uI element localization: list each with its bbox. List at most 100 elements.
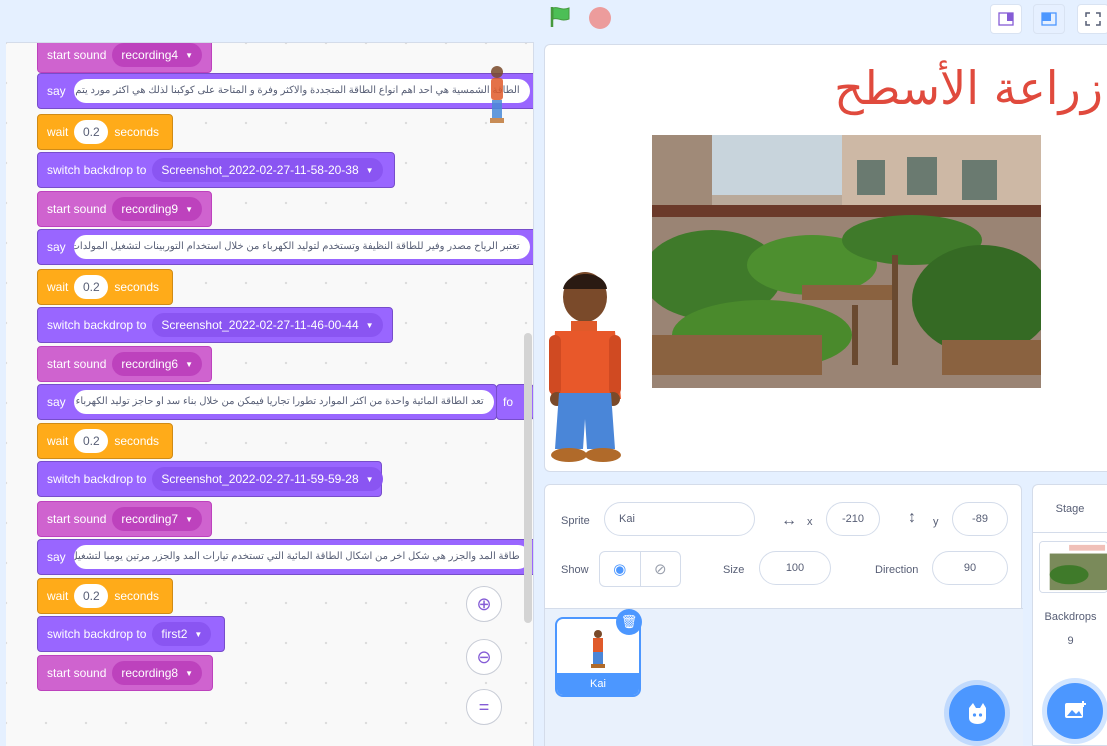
dropdown-arrow-icon: ▼: [365, 165, 374, 175]
normal-stage-icon: [1041, 12, 1057, 26]
backdrop-dropdown[interactable]: Screenshot_2022-02-27-11-58-20-38 ▼: [152, 158, 383, 182]
normal-stage-button[interactable]: [1033, 4, 1065, 34]
rooftop-garden-image: [652, 135, 1041, 388]
x-input[interactable]: -210: [826, 502, 880, 536]
start-sound-block[interactable]: start sound recording8 ▼: [37, 655, 213, 691]
sound-name: recording9: [121, 202, 179, 216]
kai-sprite[interactable]: [545, 269, 635, 465]
fullscreen-icon: [1085, 12, 1101, 26]
wait-seconds-input[interactable]: 0.2: [74, 275, 109, 299]
wait-block[interactable]: wait 0.2 seconds: [37, 114, 173, 150]
sound-dropdown[interactable]: recording9 ▼: [112, 197, 202, 221]
dropdown-arrow-icon: ▼: [185, 50, 193, 60]
zoom-in-button[interactable]: ⊕: [466, 586, 502, 622]
switch-backdrop-block[interactable]: switch backdrop to Screenshot_2022-02-27…: [37, 152, 395, 188]
say-text-input[interactable]: الطاقة الشمسية هي احد اهم انواع الطاقة ا…: [73, 79, 530, 103]
stop-icon[interactable]: [589, 7, 611, 29]
say-block[interactable]: say طاقة المد والجزر هي شكل اخر من اشكال…: [37, 539, 533, 575]
x-arrows-icon: ↔: [781, 512, 797, 529]
zoom-out-button[interactable]: ⊖: [466, 639, 502, 675]
say-block[interactable]: say تعد الطاقة المائية واحدة من اكثر الم…: [37, 384, 497, 420]
eye-icon[interactable]: ◉: [600, 552, 640, 586]
block-label: start sound: [47, 512, 107, 526]
wait-block[interactable]: wait 0.2 seconds: [37, 423, 173, 459]
sound-dropdown[interactable]: recording6 ▼: [112, 352, 202, 376]
stage-title: زراعة الأسطح: [834, 61, 1103, 115]
backdrop-name: Screenshot_2022-02-27-11-59-59-28: [161, 472, 359, 486]
backdrop-dropdown[interactable]: Screenshot_2022-02-27-11-59-59-28 ▼: [152, 467, 383, 491]
sprite-tile-label: Kai: [557, 673, 639, 695]
block-label: switch backdrop to: [47, 627, 147, 641]
zoom-reset-button[interactable]: =: [466, 689, 502, 725]
dropdown-arrow-icon: ▼: [185, 514, 193, 524]
dropdown-arrow-icon: ▼: [365, 474, 374, 484]
block-label: say: [47, 240, 66, 254]
block-label: seconds: [114, 125, 160, 139]
trash-icon: 🗑: [620, 614, 638, 629]
sound-name: recording6: [121, 357, 179, 371]
choose-sprite-button[interactable]: [949, 685, 1005, 741]
stage-panel-title: Stage: [1033, 485, 1107, 533]
eye-slash-icon[interactable]: ⊘: [639, 552, 681, 586]
top-bar: [0, 0, 1107, 42]
say-text-input[interactable]: تعد الطاقة المائية واحدة من اكثر الموارد…: [73, 390, 494, 414]
green-flag-icon[interactable]: [549, 6, 573, 28]
start-sound-block[interactable]: start sound recording7 ▼: [37, 501, 212, 537]
block-label: start sound: [47, 666, 107, 680]
backdrop-dropdown[interactable]: first2 ▼: [152, 622, 212, 646]
start-sound-block[interactable]: start sound recording4 ▼: [37, 43, 212, 73]
wait-block[interactable]: wait 0.2 seconds: [37, 578, 173, 614]
block-label: wait: [47, 434, 69, 448]
block-label: switch backdrop to: [47, 318, 147, 332]
switch-backdrop-block[interactable]: switch backdrop to Screenshot_2022-02-27…: [37, 461, 383, 497]
sprite-list: Kai 🗑: [545, 609, 1023, 746]
zoom-out-icon: ⊖: [476, 646, 492, 667]
say-block[interactable]: say الطاقة الشمسية هي احد اهم انواع الطا…: [37, 73, 533, 109]
stage[interactable]: زراعة الأسطح: [544, 44, 1107, 472]
backdrop-name: Screenshot_2022-02-27-11-58-20-38: [161, 163, 359, 177]
fullscreen-button[interactable]: [1077, 4, 1107, 34]
wait-seconds-input[interactable]: 0.2: [74, 584, 109, 608]
y-input[interactable]: -89: [952, 502, 1008, 536]
block-label: start sound: [47, 357, 107, 371]
size-input[interactable]: 100: [759, 551, 831, 585]
sound-dropdown[interactable]: recording8 ▼: [112, 661, 202, 685]
show-label: Show: [561, 564, 589, 576]
start-sound-block[interactable]: start sound recording6 ▼: [37, 346, 212, 382]
stage-thumbnail[interactable]: [1039, 541, 1107, 593]
backdrop-name: first2: [161, 627, 188, 641]
wait-block[interactable]: wait 0.2 seconds: [37, 269, 173, 305]
small-stage-button[interactable]: [990, 4, 1022, 34]
block-label: wait: [47, 280, 69, 294]
say-text-input[interactable]: تعتبر الرياح مصدر وفير للطاقة النظيفة وت…: [73, 235, 530, 259]
block-label: seconds: [114, 280, 160, 294]
sprite-name-input[interactable]: Kai: [604, 502, 755, 536]
backdrop-dropdown[interactable]: Screenshot_2022-02-27-11-46-00-44 ▼: [152, 313, 383, 337]
dropdown-arrow-icon: ▼: [185, 668, 193, 678]
vertical-scrollbar[interactable]: [524, 333, 532, 623]
backdrops-count: 9: [1067, 635, 1074, 647]
delete-sprite-button[interactable]: 🗑: [616, 609, 642, 635]
dropdown-arrow-icon: ▼: [185, 204, 193, 214]
sound-name: recording8: [121, 666, 179, 680]
wait-seconds-input[interactable]: 0.2: [74, 429, 109, 453]
start-sound-block[interactable]: start sound recording9 ▼: [37, 191, 212, 227]
code-area[interactable]: start sound recording4 ▼ say الطاقة الشمس…: [6, 42, 534, 746]
zoom-in-icon: ⊕: [476, 593, 492, 614]
switch-backdrop-block[interactable]: switch backdrop to Screenshot_2022-02-27…: [37, 307, 393, 343]
wait-seconds-input[interactable]: 0.2: [74, 120, 109, 144]
say-text-input[interactable]: طاقة المد والجزر هي شكل اخر من اشكال الط…: [73, 545, 530, 569]
choose-backdrop-button[interactable]: [1047, 683, 1103, 739]
sound-dropdown[interactable]: recording4 ▼: [112, 43, 202, 67]
block-label: start sound: [47, 48, 107, 62]
show-toggle[interactable]: ◉ ⊘: [599, 551, 681, 587]
stage-selector[interactable]: Stage Backdrops 9: [1032, 484, 1107, 746]
direction-input[interactable]: 90: [932, 551, 1008, 585]
switch-backdrop-block[interactable]: switch backdrop to first2 ▼: [37, 616, 225, 652]
say-block[interactable]: say تعتبر الرياح مصدر وفير للطاقة النظيف…: [37, 229, 533, 265]
block-label: wait: [47, 125, 69, 139]
sound-dropdown[interactable]: recording7 ▼: [112, 507, 202, 531]
sprite-info-panel: Sprite Kai ↔ x -210 ↕ y -89 Show ◉ ⊘ Siz…: [544, 484, 1023, 746]
dropdown-arrow-icon: ▼: [365, 320, 374, 330]
block-label: switch backdrop to: [47, 472, 147, 486]
